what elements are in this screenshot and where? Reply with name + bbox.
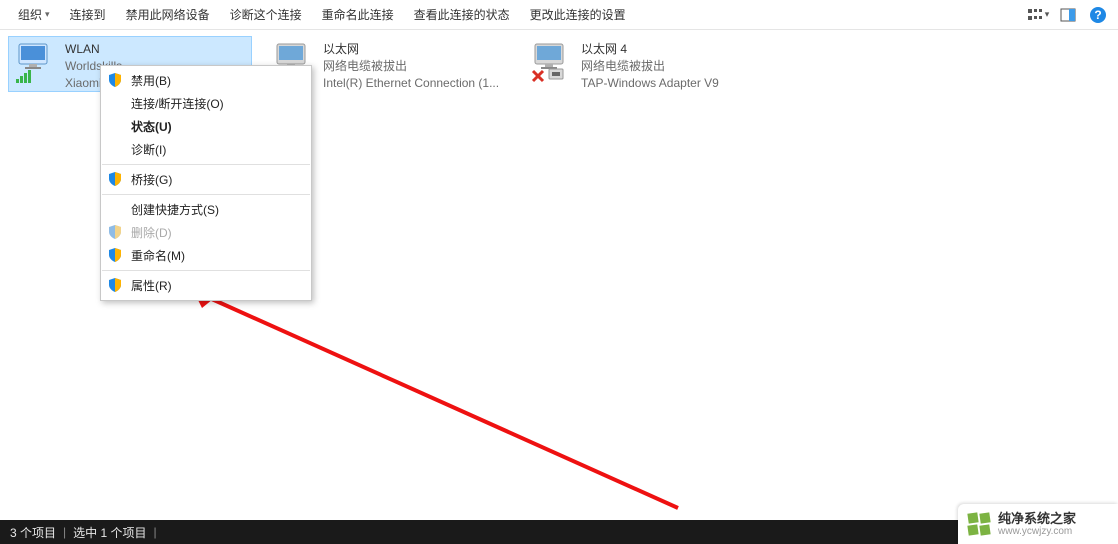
status-separator: | bbox=[153, 525, 156, 539]
toolbar-diagnose[interactable]: 诊断这个连接 bbox=[220, 0, 312, 30]
content-area: WLAN Worldskills Xiaomi 以太网 bbox=[0, 30, 1118, 520]
shield-icon bbox=[108, 248, 122, 262]
ctx-label: 创建快捷方式(S) bbox=[131, 201, 219, 218]
status-separator: | bbox=[63, 525, 66, 539]
ctx-separator bbox=[102, 164, 310, 165]
shield-icon bbox=[108, 172, 122, 186]
ctx-label: 删除(D) bbox=[131, 224, 172, 241]
context-menu: 禁用(B) 连接/断开连接(O) 状态(U) 诊断(I) 桥接(G) 创建快捷方… bbox=[100, 65, 312, 301]
ctx-label: 桥接(G) bbox=[131, 171, 172, 188]
ctx-bridge[interactable]: 桥接(G) bbox=[101, 168, 311, 191]
ctx-label: 属性(R) bbox=[131, 277, 172, 294]
toolbar-disable-device[interactable]: 禁用此网络设备 bbox=[116, 0, 220, 30]
adapter-name: WLAN bbox=[65, 41, 122, 58]
adapter-device: TAP-Windows Adapter V9 bbox=[581, 75, 719, 92]
ctx-connect-disconnect[interactable]: 连接/断开连接(O) bbox=[101, 92, 311, 115]
ctx-separator bbox=[102, 194, 310, 195]
preview-pane-icon[interactable] bbox=[1056, 3, 1080, 27]
adapter-text: 以太网 4 网络电缆被拔出 TAP-Windows Adapter V9 bbox=[581, 41, 719, 92]
adapter-status: 网络电缆被拔出 bbox=[581, 58, 719, 75]
adapter-name: 以太网 4 bbox=[581, 41, 719, 58]
watermark-logo-icon bbox=[966, 511, 992, 537]
status-item-count: 3 个项目 bbox=[10, 524, 56, 541]
ctx-label: 连接/断开连接(O) bbox=[131, 95, 224, 112]
status-selected-count: 选中 1 个项目 bbox=[73, 524, 146, 541]
toolbar-rename[interactable]: 重命名此连接 bbox=[312, 0, 404, 30]
adapter-ethernet-4[interactable]: 以太网 4 网络电缆被拔出 TAP-Windows Adapter V9 bbox=[524, 36, 768, 92]
toolbar-change-settings[interactable]: 更改此连接的设置 bbox=[520, 0, 636, 30]
adapter-status: 网络电缆被拔出 bbox=[323, 58, 499, 75]
view-options-icon[interactable]: ▾ bbox=[1026, 3, 1050, 27]
ctx-label: 重命名(M) bbox=[131, 247, 185, 264]
watermark: 纯净系统之家 www.ycwjzy.com bbox=[958, 504, 1118, 544]
ctx-diagnose[interactable]: 诊断(I) bbox=[101, 138, 311, 161]
network-ethernet-disconnected-icon bbox=[531, 41, 575, 85]
adapter-device: Intel(R) Ethernet Connection (1... bbox=[323, 75, 499, 92]
ctx-separator bbox=[102, 270, 310, 271]
svg-text:?: ? bbox=[1094, 8, 1101, 22]
watermark-url: www.ycwjzy.com bbox=[998, 526, 1076, 537]
ctx-status[interactable]: 状态(U) bbox=[101, 115, 311, 138]
help-icon[interactable]: ? bbox=[1086, 3, 1110, 27]
toolbar-organize[interactable]: 组织 bbox=[8, 0, 60, 30]
adapter-name: 以太网 bbox=[323, 41, 499, 58]
watermark-text: 纯净系统之家 www.ycwjzy.com bbox=[998, 512, 1076, 537]
watermark-title: 纯净系统之家 bbox=[998, 512, 1076, 526]
network-wifi-icon bbox=[15, 41, 59, 85]
shield-icon bbox=[108, 73, 122, 87]
ctx-disable[interactable]: 禁用(B) bbox=[101, 69, 311, 92]
toolbar: 组织 连接到 禁用此网络设备 诊断这个连接 重命名此连接 查看此连接的状态 更改… bbox=[0, 0, 1118, 30]
annotation-arrow bbox=[138, 278, 698, 538]
adapter-text: 以太网 网络电缆被拔出 Intel(R) Ethernet Connection… bbox=[323, 41, 499, 92]
toolbar-view-status[interactable]: 查看此连接的状态 bbox=[404, 0, 520, 30]
ctx-rename[interactable]: 重命名(M) bbox=[101, 244, 311, 267]
ctx-label: 诊断(I) bbox=[131, 141, 166, 158]
ctx-delete: 删除(D) bbox=[101, 221, 311, 244]
toolbar-connect-to[interactable]: 连接到 bbox=[60, 0, 116, 30]
ctx-properties[interactable]: 属性(R) bbox=[101, 274, 311, 297]
shield-icon bbox=[108, 225, 122, 239]
ctx-label: 状态(U) bbox=[131, 118, 172, 135]
ctx-label: 禁用(B) bbox=[131, 72, 171, 89]
ctx-create-shortcut[interactable]: 创建快捷方式(S) bbox=[101, 198, 311, 221]
shield-icon bbox=[108, 278, 122, 292]
status-bar: 3 个项目 | 选中 1 个项目 | bbox=[0, 520, 1118, 544]
